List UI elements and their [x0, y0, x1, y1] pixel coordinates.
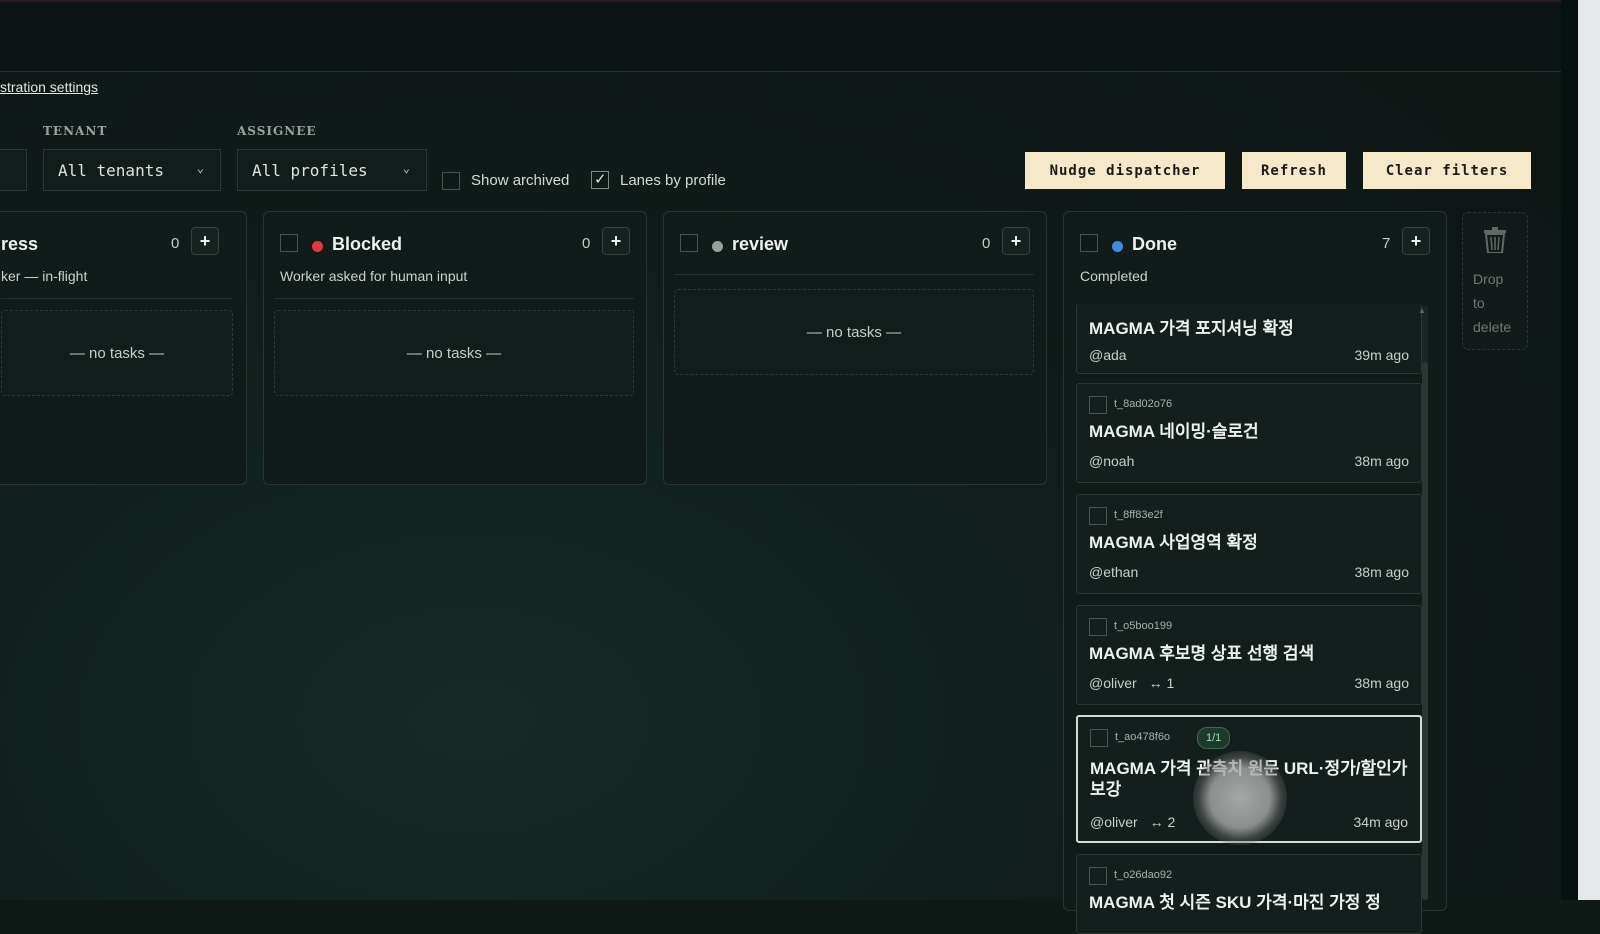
- assignee-select[interactable]: All profiles ⌄: [237, 149, 427, 191]
- window-edge: [1561, 0, 1578, 900]
- task-time: 38m ago: [1354, 675, 1409, 691]
- task-id: t_o26dao92: [1114, 869, 1173, 881]
- screen-edge: [1578, 0, 1600, 900]
- column-review: review 0 + — no tasks —: [663, 211, 1047, 485]
- task-links: ↔ 1: [1148, 675, 1175, 691]
- scroll-up-arrow-icon[interactable]: ▲: [1418, 306, 1426, 315]
- task-card[interactable]: MAGMA 가격 포지셔닝 확정 @ada 39m ago: [1076, 304, 1422, 374]
- column-divider: [1, 298, 233, 299]
- task-assignee: @noah: [1089, 453, 1135, 469]
- subtask-progress-badge: 1/1: [1197, 727, 1231, 749]
- drop-label-line: to: [1473, 295, 1485, 311]
- task-id: t_8ff83e2f: [1114, 509, 1163, 521]
- task-time: 34m ago: [1353, 814, 1408, 830]
- empty-lane: — no tasks —: [674, 289, 1034, 375]
- column-title: Done: [1132, 234, 1177, 254]
- status-dot: [1112, 241, 1123, 252]
- done-column-scrollbar-thumb[interactable]: [1422, 362, 1428, 900]
- task-card[interactable]: t_o26dao92 MAGMA 첫 시즌 SKU 가격·마진 가정 정: [1076, 854, 1422, 934]
- assignee-select-value: All profiles: [252, 160, 368, 180]
- task-assignee: @ada: [1089, 347, 1127, 363]
- column-divider: [274, 298, 634, 299]
- task-time: 38m ago: [1354, 564, 1409, 580]
- add-task-button[interactable]: +: [1002, 227, 1030, 255]
- drop-label-line: Drop: [1473, 271, 1504, 287]
- breadcrumb-settings-link[interactable]: stration settings: [0, 79, 98, 95]
- top-bar: [0, 0, 1561, 72]
- drop-to-delete-label: Drop to delete: [1473, 267, 1511, 339]
- column-title: ress: [1, 234, 39, 254]
- trash-icon: [1484, 227, 1506, 253]
- task-id: t_8ad02o76: [1114, 398, 1173, 410]
- status-dot: [712, 241, 723, 252]
- status-dot: [312, 241, 323, 252]
- add-task-button[interactable]: +: [602, 227, 630, 255]
- delete-drop-zone[interactable]: Drop to delete: [1462, 212, 1528, 350]
- column-count: 7: [1382, 235, 1391, 252]
- task-card[interactable]: t_8ad02o76 MAGMA 네이밍·슬로건 @noah 38m ago: [1076, 383, 1422, 483]
- task-card[interactable]: t_8ff83e2f MAGMA 사업영역 확정 @ethan 38m ago: [1076, 494, 1422, 594]
- task-select-checkbox[interactable]: [1089, 618, 1107, 636]
- column-divider: [674, 274, 1034, 275]
- filter-stub-select[interactable]: [0, 149, 27, 191]
- task-select-checkbox[interactable]: [1090, 729, 1108, 747]
- column-select-checkbox[interactable]: [1080, 234, 1098, 252]
- empty-lane: — no tasks —: [1, 310, 233, 396]
- tenant-select-value: All tenants: [58, 160, 164, 180]
- task-select-checkbox[interactable]: [1089, 867, 1107, 885]
- task-time: 38m ago: [1354, 453, 1409, 469]
- clear-filters-button[interactable]: Clear filters: [1363, 152, 1531, 189]
- task-assignee: @ethan: [1089, 564, 1139, 580]
- task-id: t_o5boo199: [1114, 620, 1173, 632]
- nudge-dispatcher-button[interactable]: Nudge dispatcher: [1025, 152, 1225, 189]
- add-task-button[interactable]: +: [191, 227, 219, 255]
- column-subtitle: Completed: [1080, 268, 1148, 284]
- column-blocked: Blocked 0 + Worker asked for human input…: [263, 211, 647, 485]
- cursor-highlight: [1193, 751, 1287, 845]
- task-time: 39m ago: [1354, 347, 1409, 363]
- chevron-down-icon: ⌄: [402, 161, 410, 175]
- empty-lane: — no tasks —: [274, 310, 634, 396]
- task-title: MAGMA 네이밍·슬로건: [1089, 422, 1259, 441]
- drop-label-line: delete: [1473, 319, 1512, 335]
- task-select-checkbox[interactable]: [1089, 507, 1107, 525]
- task-title: MAGMA 가격 포지셔닝 확정: [1089, 319, 1294, 338]
- chevron-down-icon: ⌄: [196, 161, 204, 175]
- tenant-label: TENANT: [43, 124, 108, 138]
- task-assignee-row: @oliver ↔ 1: [1089, 675, 1174, 691]
- column-count: 0: [171, 235, 180, 252]
- lanes-by-profile-label[interactable]: Lanes by profile: [620, 172, 726, 189]
- task-title: MAGMA 사업영역 확정: [1089, 533, 1258, 552]
- show-archived-checkbox[interactable]: [442, 172, 460, 190]
- column-count: 0: [582, 235, 591, 252]
- column-subtitle: ker — in-flight: [1, 268, 88, 284]
- column-title: review: [732, 234, 789, 254]
- task-assignee-row: @oliver ↔ 2: [1090, 814, 1175, 830]
- column-subtitle: Worker asked for human input: [280, 268, 468, 284]
- task-select-checkbox[interactable]: [1089, 396, 1107, 414]
- task-title: MAGMA 첫 시즌 SKU 가격·마진 가정 정: [1089, 893, 1381, 912]
- task-card[interactable]: t_o5boo199 MAGMA 후보명 상표 선행 검색 @oliver ↔ 1…: [1076, 605, 1422, 705]
- column-select-checkbox[interactable]: [280, 234, 298, 252]
- show-archived-label[interactable]: Show archived: [471, 172, 569, 189]
- column-count: 0: [982, 235, 991, 252]
- assignee-label: ASSIGNEE: [237, 124, 317, 138]
- task-links: ↔ 2: [1149, 814, 1176, 830]
- lanes-by-profile-checkbox[interactable]: [591, 170, 609, 189]
- add-task-button[interactable]: +: [1402, 227, 1430, 255]
- column-in-progress: ress 0 + ker — in-flight — no tasks —: [0, 211, 247, 485]
- task-title: MAGMA 후보명 상표 선행 검색: [1089, 644, 1315, 663]
- tenant-select[interactable]: All tenants ⌄: [43, 149, 221, 191]
- task-id: t_ao478f6o: [1115, 731, 1171, 743]
- task-assignee: @oliver: [1090, 814, 1138, 830]
- column-select-checkbox[interactable]: [680, 234, 698, 252]
- column-title: Blocked: [332, 234, 403, 254]
- refresh-button[interactable]: Refresh: [1242, 152, 1346, 189]
- task-assignee: @oliver: [1089, 675, 1137, 691]
